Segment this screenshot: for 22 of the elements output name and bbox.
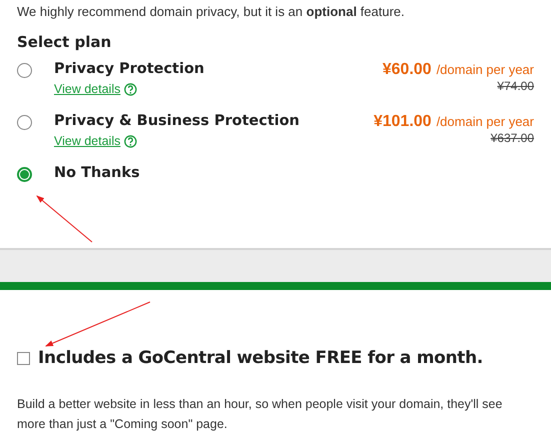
price: ¥60.00 <box>382 61 432 79</box>
checkbox[interactable] <box>17 352 30 364</box>
price-unit: /domain per year <box>436 62 534 77</box>
radio-button[interactable] <box>17 63 32 78</box>
radio-button[interactable] <box>17 167 32 182</box>
old-price: ¥637.00 <box>490 131 534 145</box>
offer-label: Includes a GoCentral website FREE for a month. <box>38 348 483 368</box>
offer-description: Build a better website in less than an hour, so when people visit your domain, they'll see more than just a "Coming soon" page. <box>17 396 504 433</box>
plan-name: Privacy Protection <box>54 61 206 77</box>
old-price: ¥74.00 <box>497 79 534 93</box>
plan-name: No Thanks <box>54 165 141 181</box>
arrow-drawing <box>36 195 92 242</box>
radio-button[interactable] <box>17 115 32 130</box>
plan-name: Privacy & Business Protection <box>54 113 301 129</box>
section-heading: Select plan <box>17 33 112 51</box>
price: ¥101.00 <box>374 113 432 131</box>
help-icon[interactable] <box>124 82 138 96</box>
view-details-link[interactable]: View details <box>54 134 138 148</box>
help-icon[interactable] <box>124 134 138 148</box>
price-unit: /domain per year <box>436 114 534 129</box>
intro-text: We highly recommend domain privacy, but it is an optional feature. <box>17 4 406 19</box>
view-details-link[interactable]: View details <box>54 82 138 96</box>
